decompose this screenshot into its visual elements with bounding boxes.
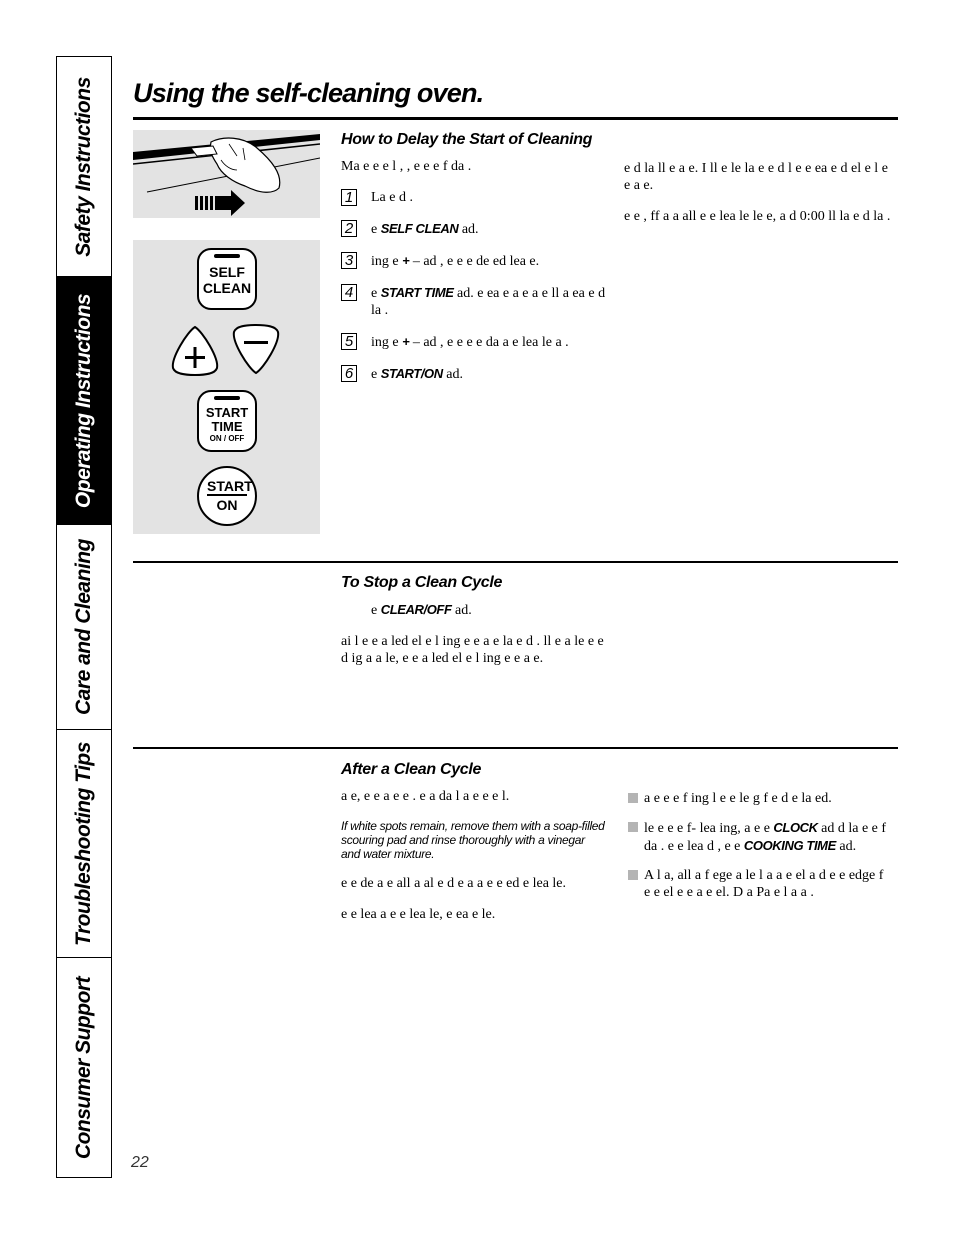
- list-item: a e e e f ing l e e le g f e d e la ed.: [628, 790, 890, 807]
- arrow-right-icon: [195, 190, 245, 216]
- start-time-button[interactable]: START TIME ON / OFF: [197, 390, 257, 452]
- tab-label: Care and Cleaning: [72, 539, 96, 715]
- step-number: 2: [341, 220, 357, 237]
- tab-troubleshooting-tips[interactable]: Troubleshooting Tips: [57, 730, 111, 958]
- step-number: 1: [341, 189, 357, 206]
- tab-label: Safety Instructions: [72, 76, 96, 257]
- tab-label: Consumer Support: [72, 976, 96, 1159]
- after-section-tips: a e e e f ing l e e le g f e d e la ed. …: [628, 790, 890, 913]
- step-number: 3: [341, 252, 357, 269]
- indicator-light-icon: [214, 396, 240, 400]
- tab-label: Troubleshooting Tips: [72, 741, 96, 946]
- start-on-button[interactable]: START ON: [197, 466, 257, 526]
- body-paragraph: a e, e e a e e . e a da l a e e e l.: [341, 789, 510, 804]
- section-divider: [133, 747, 898, 749]
- section-heading: How to Delay the Start of Cleaning: [341, 131, 593, 148]
- step-number: 4: [341, 284, 357, 301]
- tab-safety-instructions[interactable]: Safety Instructions: [57, 57, 111, 277]
- pad-name: SELF CLEAN: [380, 221, 459, 236]
- step-text: e: [371, 367, 381, 382]
- tab-operating-instructions[interactable]: Operating Instructions: [57, 277, 111, 525]
- step-text: ing e: [371, 254, 403, 269]
- bullet-text: le e e e f- lea ing, a e e: [644, 821, 774, 836]
- pad-name: COOKING TIME: [743, 838, 836, 853]
- button-label: TIME: [211, 419, 243, 434]
- tab-consumer-support[interactable]: Consumer Support: [57, 958, 111, 1177]
- body-text: ad.: [451, 603, 472, 618]
- tab-label: Operating Instructions: [72, 293, 95, 508]
- body-paragraph: e e lea a e e lea le, e ea e le.: [341, 907, 496, 922]
- intro-text: Ma e e e l , , e e e f da .: [341, 159, 472, 174]
- step-text: – ad , e e e e da a e lea le a .: [409, 335, 569, 350]
- bullet-text: A l a, all a f ege a le l a a e el a d e…: [644, 868, 884, 900]
- page-number: 22: [131, 1154, 149, 1171]
- step-text: e: [371, 222, 381, 237]
- plus-button[interactable]: [169, 324, 221, 376]
- button-label: SELF: [209, 264, 245, 280]
- title-rule: [133, 117, 898, 120]
- section-divider: [133, 561, 898, 563]
- step-5: 5 ing e + – ad , e e e e da a e lea le a…: [341, 333, 611, 351]
- button-sublabel: ON / OFF: [209, 434, 245, 443]
- button-label: ON: [216, 497, 238, 513]
- body-text: e: [371, 603, 381, 618]
- step-text: ing e: [371, 335, 403, 350]
- button-label: CLEAN: [202, 280, 252, 296]
- control-panel-illustration: SELF CLEAN START TIME ON / OFF START ON: [133, 240, 320, 534]
- lead-text: e CLEAR/OFF ad.: [341, 601, 611, 619]
- body-paragraph: e e , ff a a all e e lea le le e, a d 0:…: [624, 209, 891, 224]
- page-title: Using the self-cleaning oven.: [133, 78, 484, 108]
- step-4: 4 e START TIME ad. e ea e a e a e ll a e…: [341, 284, 611, 319]
- step-3: 3 ing e + – ad , e e e de ed lea e.: [341, 252, 611, 270]
- tab-care-and-cleaning[interactable]: Care and Cleaning: [57, 525, 111, 730]
- minus-button[interactable]: [230, 324, 282, 376]
- step-number: 5: [341, 333, 357, 350]
- step-6: 6 e START/ON ad.: [341, 365, 611, 383]
- note-text: If white spots remain, remove them with …: [341, 819, 605, 861]
- step-text: – ad , e e e de ed lea e.: [409, 254, 540, 269]
- step-text: e: [371, 286, 381, 301]
- pad-name: CLEAR/OFF: [380, 602, 452, 617]
- stop-section: To Stop a Clean Cycle e CLEAR/OFF ad. ai…: [341, 574, 611, 681]
- step-text: La e d .: [371, 190, 413, 205]
- button-label: START: [207, 478, 253, 496]
- list-item: A l a, all a f ege a le l a a e el a d e…: [628, 867, 890, 901]
- step-2: 2 e SELF CLEAN ad.: [341, 220, 611, 238]
- body-paragraph: e d la ll e a e. I ll e le la e e d l e …: [624, 161, 888, 193]
- delay-section: How to Delay the Start of Cleaning Ma e …: [341, 131, 611, 397]
- pad-name: START/ON: [380, 366, 443, 381]
- step-number: 6: [341, 365, 357, 382]
- step-text: ad.: [458, 222, 479, 237]
- list-item: le e e e f- lea ing, a e e CLOCK ad d la…: [628, 819, 890, 855]
- step-text: ad.: [442, 367, 463, 382]
- bullet-text: ad.: [835, 839, 857, 854]
- section-tabs: Safety Instructions Operating Instructio…: [56, 56, 112, 1178]
- body-paragraph: ai l e e a led el e l ing e e a e la e d…: [341, 634, 604, 666]
- body-paragraph: e e de a e all a al e d e a a e e ed e l…: [341, 876, 567, 891]
- hand-sliding-latch-icon: [132, 134, 321, 216]
- button-label: START: [205, 405, 249, 420]
- section-heading: To Stop a Clean Cycle: [341, 574, 503, 591]
- section-heading: After a Clean Cycle: [341, 761, 482, 778]
- door-latch-illustration: [132, 130, 321, 218]
- bullet-text: a e e e f ing l e e le g f e d e la ed.: [644, 791, 832, 806]
- delay-section-notes: e d la ll e a e. I ll e le la e e d l e …: [624, 160, 892, 239]
- pad-name: CLOCK: [773, 820, 818, 835]
- step-1: 1 La e d .: [341, 189, 611, 206]
- after-section: After a Clean Cycle a e, e e a e e . e a…: [341, 761, 606, 937]
- indicator-light-icon: [214, 254, 240, 258]
- pad-name: START TIME: [380, 285, 454, 300]
- self-clean-button[interactable]: SELF CLEAN: [197, 248, 257, 310]
